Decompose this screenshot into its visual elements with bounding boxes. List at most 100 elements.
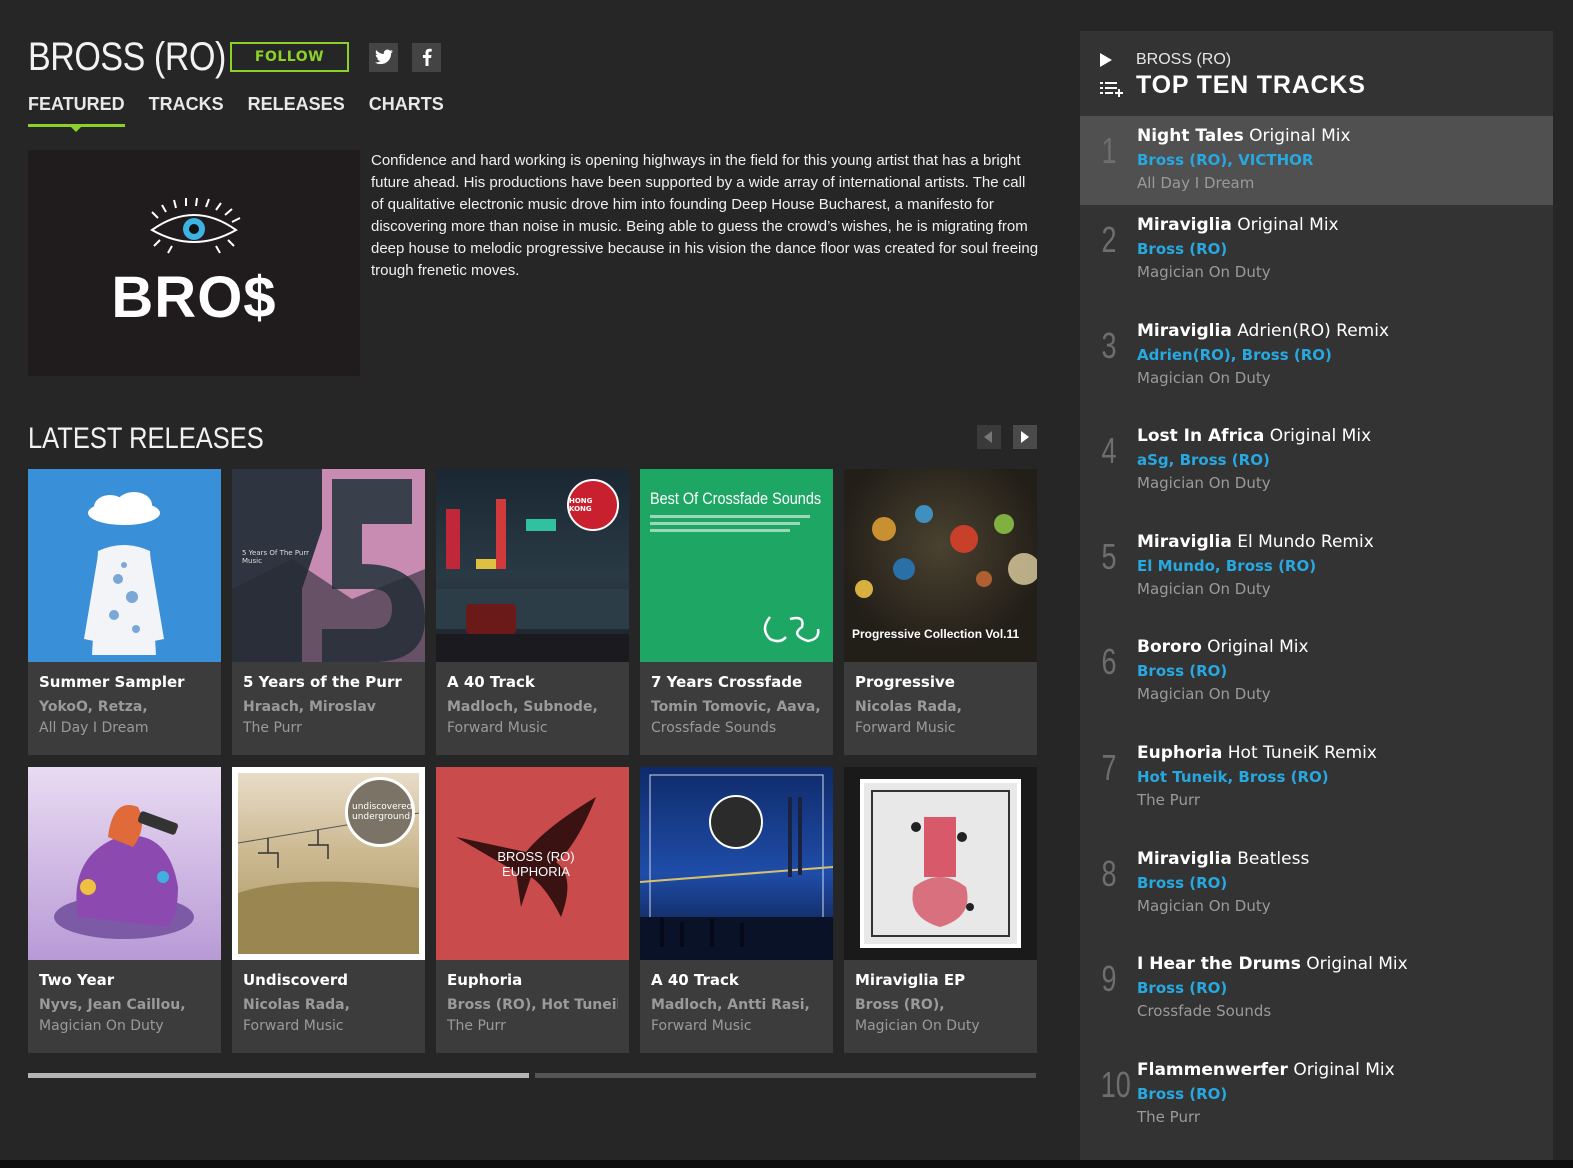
track-name[interactable]: Euphoria Hot TuneiK Remix [1137,743,1377,763]
release-label[interactable]: Magician On Duty [855,1018,1026,1034]
track-artists[interactable]: Bross (RO) [1137,1085,1227,1103]
release-label[interactable]: Crossfade Sounds [651,720,822,736]
carousel-prev-button[interactable] [977,425,1001,449]
release-card[interactable]: 5 Years Of The Purr Music 5 Years of the… [232,469,425,755]
track-title[interactable]: I Hear the Drums [1137,954,1301,974]
track-title[interactable]: Miraviglia [1137,849,1232,869]
track-name[interactable]: Miraviglia Beatless [1137,849,1309,869]
track-row[interactable]: 6 Bororo Original Mix Bross (RO) Magician O… [1080,627,1553,733]
release-title[interactable]: A 40 Track [651,971,822,989]
release-title[interactable]: Undiscoverd [243,971,414,989]
release-label[interactable]: Forward Music [447,720,618,736]
scrollbar-segment-active[interactable] [28,1073,529,1078]
release-card[interactable]: Progressive Collection Vol.11 Progressiv… [844,469,1037,755]
release-title[interactable]: 7 Years Crossfade [651,673,822,691]
release-label[interactable]: All Day I Dream [39,720,210,736]
follow-button[interactable]: FOLLOW [230,42,349,72]
track-row[interactable]: 4 Lost In Africa Original Mix aSg, Bross (… [1080,416,1553,522]
track-name[interactable]: Bororo Original Mix [1137,637,1309,657]
tab-tracks[interactable]: TRACKS [149,94,224,127]
track-artists[interactable]: aSg, Bross (RO) [1137,451,1270,469]
release-label[interactable]: Magician On Duty [39,1018,210,1034]
track-artists[interactable]: El Mundo, Bross (RO) [1137,557,1316,575]
track-name[interactable]: Miraviglia Adrien(RO) Remix [1137,321,1389,341]
track-artists[interactable]: Hot Tuneik, Bross (RO) [1137,768,1329,786]
release-label[interactable]: The Purr [447,1018,618,1034]
track-title[interactable]: Miraviglia [1137,532,1232,552]
track-title[interactable]: Miraviglia [1137,215,1232,235]
add-to-queue-icon[interactable] [1100,81,1124,97]
carousel-scrollbar[interactable] [28,1073,1036,1078]
release-artists[interactable]: Nicolas Rada, [855,699,1026,715]
track-label[interactable]: Magician On Duty [1137,897,1271,915]
carousel-next-button[interactable] [1013,425,1037,449]
release-artists[interactable]: Nyvs, Jean Caillou, [39,997,210,1013]
track-row[interactable]: 1 Night Tales Original Mix Bross (RO), VIC… [1080,116,1553,205]
tab-releases[interactable]: RELEASES [248,94,345,127]
track-row[interactable]: 3 Miraviglia Adrien(RO) Remix Adrien(RO), … [1080,311,1553,417]
track-label[interactable]: The Purr [1137,791,1200,809]
track-label[interactable]: Magician On Duty [1137,263,1271,281]
track-name[interactable]: Miraviglia Original Mix [1137,215,1339,235]
release-artists[interactable]: Madloch, Subnode, [447,699,618,715]
track-artists[interactable]: Bross (RO) [1137,662,1227,680]
track-label[interactable]: The Purr [1137,1108,1200,1126]
track-title[interactable]: Euphoria [1137,743,1222,763]
release-title[interactable]: Miraviglia EP [855,971,1026,989]
release-title[interactable]: 5 Years of the Purr [243,673,414,691]
release-artists[interactable]: Tomin Tomovic, Aava, [651,699,822,715]
scrollbar-segment[interactable] [535,1073,1036,1078]
track-name[interactable]: Miraviglia El Mundo Remix [1137,532,1374,552]
tab-featured[interactable]: FEATURED [28,94,125,132]
track-name[interactable]: Flammenwerfer Original Mix [1137,1060,1395,1080]
play-icon[interactable] [1099,53,1113,67]
track-row[interactable]: 7 Euphoria Hot TuneiK Remix Hot Tuneik, Br… [1080,733,1553,839]
facebook-button[interactable] [412,42,441,72]
track-name[interactable]: Lost In Africa Original Mix [1137,426,1371,446]
release-label[interactable]: Forward Music [651,1018,822,1034]
track-label[interactable]: Magician On Duty [1137,474,1271,492]
release-label[interactable]: The Purr [243,720,414,736]
release-card[interactable]: BROSS (RO) EUPHORIA Euphoria Bross (RO),… [436,767,629,1053]
track-artists[interactable]: Bross (RO) [1137,979,1227,997]
track-label[interactable]: Crossfade Sounds [1137,1002,1271,1020]
release-card[interactable]: A 40 Track Madloch, Antti Rasi, Forward … [640,767,833,1053]
track-row[interactable]: 8 Miraviglia Beatless Bross (RO) Magician O… [1080,839,1553,945]
release-title[interactable]: Summer Sampler [39,673,210,691]
track-title[interactable]: Flammenwerfer [1137,1060,1288,1080]
release-artists[interactable]: Madloch, Antti Rasi, [651,997,822,1013]
track-label[interactable]: Magician On Duty [1137,369,1271,387]
track-artists[interactable]: Adrien(RO), Bross (RO) [1137,346,1332,364]
track-name[interactable]: Night Tales Original Mix [1137,126,1351,146]
track-label[interactable]: All Day I Dream [1137,174,1254,192]
release-card[interactable]: HONG KONG A 40 Track Madloch, Subnode, F… [436,469,629,755]
twitter-button[interactable] [369,42,398,72]
track-title[interactable]: Lost In Africa [1137,426,1264,446]
release-label[interactable]: Forward Music [243,1018,414,1034]
release-card[interactable]: Best Of Crossfade Sounds 7 Years Crossfa… [640,469,833,755]
track-row[interactable]: 2 Miraviglia Original Mix Bross (RO) Magici… [1080,205,1553,311]
track-name[interactable]: I Hear the Drums Original Mix [1137,954,1408,974]
release-artists[interactable]: Bross (RO), [855,997,1026,1013]
track-artists[interactable]: Bross (RO) [1137,874,1227,892]
track-artists[interactable]: Bross (RO) [1137,240,1227,258]
track-title[interactable]: Bororo [1137,637,1202,657]
track-title[interactable]: Miraviglia [1137,321,1232,341]
release-artists[interactable]: Nicolas Rada, [243,997,414,1013]
track-title[interactable]: Night Tales [1137,126,1244,146]
release-artists[interactable]: Bross (RO), Hot Tuneik [447,997,618,1013]
release-title[interactable]: Euphoria [447,971,618,989]
release-title[interactable]: A 40 Track [447,673,618,691]
track-row[interactable]: 5 Miraviglia El Mundo Remix El Mundo, Bros… [1080,522,1553,628]
release-card[interactable]: Two Year Nyvs, Jean Caillou, Magician On… [28,767,221,1053]
release-label[interactable]: Forward Music [855,720,1026,736]
release-card[interactable]: Miraviglia EP Bross (RO), Magician On Du… [844,767,1037,1053]
track-row[interactable]: 10 Flammenwerfer Original Mix Bross (RO) Th… [1080,1050,1553,1156]
release-title[interactable]: Progressive [855,673,1026,691]
track-label[interactable]: Magician On Duty [1137,685,1271,703]
track-label[interactable]: Magician On Duty [1137,580,1271,598]
release-title[interactable]: Two Year [39,971,210,989]
release-card[interactable]: Summer Sampler YokoO, Retza, All Day I D… [28,469,221,755]
release-artists[interactable]: Hraach, Miroslav [243,699,414,715]
tab-charts[interactable]: CHARTS [369,94,444,127]
